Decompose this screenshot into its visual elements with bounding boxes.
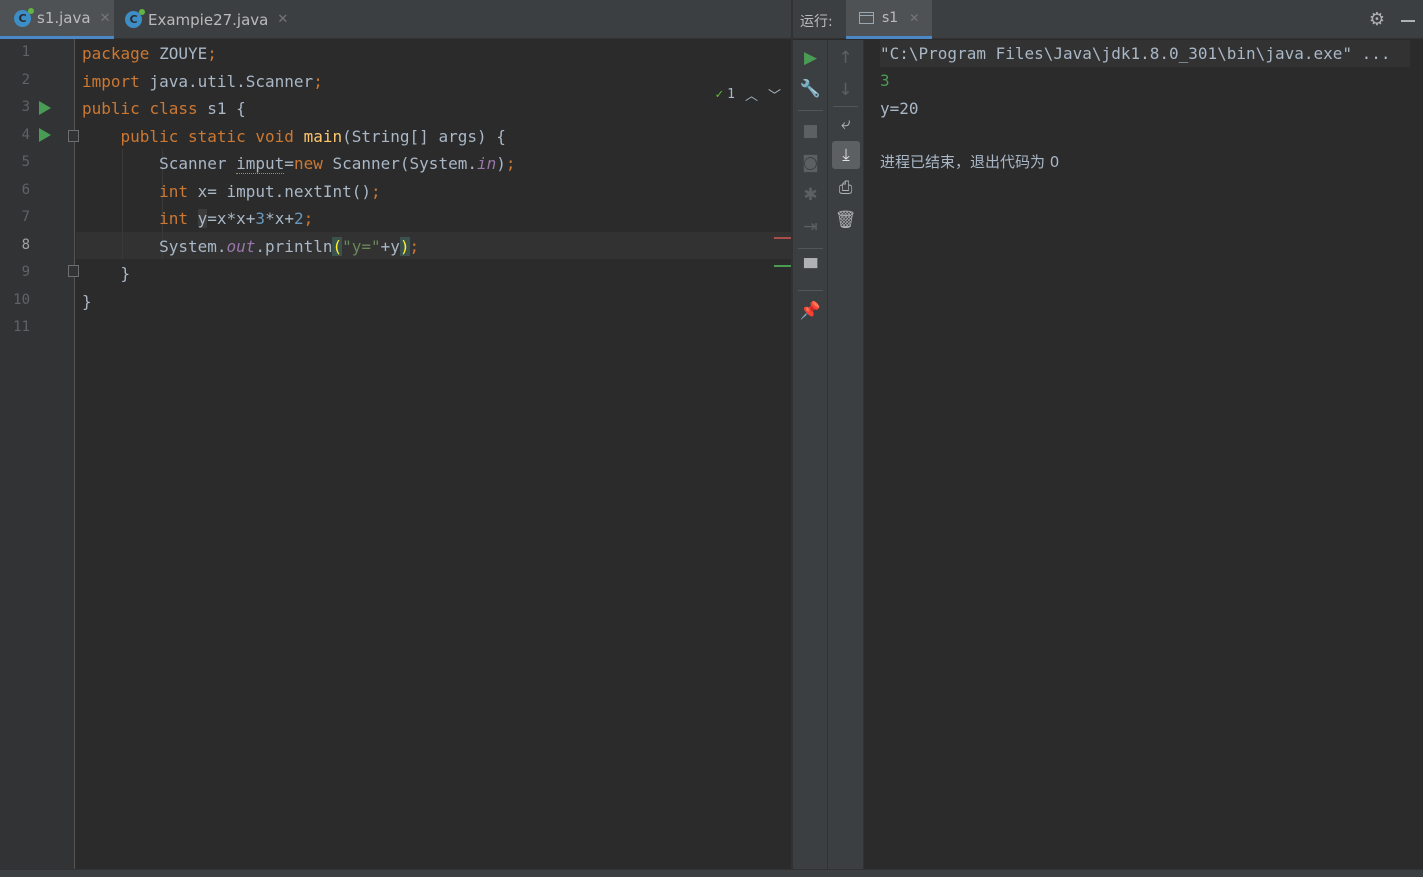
layout-icon[interactable]: ▀: [793, 254, 828, 284]
check-icon: ✓: [715, 87, 724, 102]
exit-icon[interactable]: ⇥: [793, 212, 828, 242]
line-number: 5: [21, 154, 30, 170]
close-icon[interactable]: ✕: [277, 12, 288, 27]
line-number: 11: [13, 319, 30, 335]
code-line-7: int y=x*x+3*x+2;: [159, 209, 314, 228]
scroll-to-end-icon[interactable]: ⤓: [832, 141, 860, 169]
toolbar-separator: [798, 110, 823, 111]
code-line-6: int x= imput.nextInt();: [159, 182, 381, 201]
run-class-icon[interactable]: [39, 101, 51, 115]
console-output-line: y=20: [880, 99, 919, 118]
java-class-icon: C: [14, 7, 34, 27]
line-number: 1: [21, 44, 30, 60]
tab-label: Exampie27.java: [148, 10, 269, 29]
status-bar: [0, 869, 1423, 877]
code-area[interactable]: package ZOUYE; import java.util.Scanner;…: [76, 39, 791, 869]
inspection-widget[interactable]: ✓ 1 ︿ ﹀: [715, 85, 781, 104]
java-class-icon: C: [125, 9, 145, 28]
code-line-2: import java.util.Scanner;: [82, 72, 323, 91]
code-line-1: package ZOUYE;: [82, 44, 217, 63]
run-tool-window: 运行: s1 ✕ ⚙ ▶ 🔧 ■ ◙ ✱ ⇥ ▀ 📌 ↑ ↓ ⤶ ⤓ ⎙ 🗑 "…: [793, 0, 1423, 869]
minimize-icon[interactable]: [1401, 20, 1415, 22]
toolbar-separator: [833, 106, 858, 107]
rerun-icon[interactable]: ▶: [793, 43, 828, 73]
run-main-icon[interactable]: [39, 128, 51, 142]
inspection-count: 1: [727, 87, 735, 102]
wrench-icon[interactable]: 🔧: [793, 74, 828, 104]
console-user-input: 3: [880, 71, 890, 90]
line-number: 7: [21, 209, 30, 225]
line-number: 6: [21, 182, 30, 198]
line-number: 10: [13, 292, 30, 308]
change-stripe-marker[interactable]: [774, 265, 791, 267]
tab-exampie27-java[interactable]: C Exampie27.java ✕: [114, 0, 290, 39]
code-line-9: }: [120, 264, 131, 283]
chevron-up-icon[interactable]: ︿: [745, 85, 758, 104]
soft-wrap-icon[interactable]: ⤶: [828, 109, 863, 139]
pin-icon[interactable]: 📌: [793, 296, 828, 326]
editor-pane: C s1.java ✕ C Exampie27.java ✕ 1 2 3 4 5…: [0, 0, 791, 869]
print-icon[interactable]: ⎙: [828, 173, 863, 203]
arrow-down-icon[interactable]: ↓: [828, 75, 863, 105]
line-number-gutter: 1 2 3 4 5 6 7 8 9 10 11: [0, 39, 79, 869]
editor-tab-bar: C s1.java ✕ C Exampie27.java ✕: [0, 0, 791, 39]
toolbar-separator: [798, 248, 823, 249]
code-line-3: public class s1 {: [82, 99, 246, 118]
gear-icon[interactable]: ⚙: [1369, 9, 1385, 30]
console-output[interactable]: "C:\Program Files\Java\jdk1.8.0_301\bin\…: [865, 40, 1423, 869]
run-toolbar-left: ▶ 🔧 ■ ◙ ✱ ⇥ ▀ 📌: [793, 40, 828, 869]
trash-icon[interactable]: 🗑: [828, 205, 863, 235]
code-line-10: }: [82, 292, 92, 311]
close-icon[interactable]: ✕: [909, 11, 919, 25]
close-icon[interactable]: ✕: [100, 11, 111, 26]
tab-label: s1.java: [37, 9, 91, 27]
console-icon: [859, 12, 874, 24]
camera-icon[interactable]: ◙: [793, 148, 828, 178]
error-stripe-marker[interactable]: [774, 237, 791, 239]
line-number-current: 8: [21, 237, 30, 253]
stop-icon[interactable]: ■: [793, 116, 828, 146]
tab-s1-java[interactable]: C s1.java ✕: [0, 0, 114, 39]
arrow-up-icon[interactable]: ↑: [828, 43, 863, 73]
code-line-8: System.out.println("y="+y);: [159, 237, 420, 256]
line-number: 4: [21, 127, 30, 143]
console-command-line: "C:\Program Files\Java\jdk1.8.0_301\bin\…: [880, 40, 1410, 67]
code-line-5: Scanner imput=new Scanner(System.in);: [159, 154, 516, 174]
line-number: 2: [21, 72, 30, 88]
console-exit-message: 进程已结束，退出代码为 0: [880, 153, 1060, 171]
run-tab-label: s1: [882, 10, 899, 26]
line-number: 9: [21, 264, 30, 280]
toolbar-separator: [798, 290, 823, 291]
chevron-down-icon[interactable]: ﹀: [768, 85, 781, 104]
code-line-4: public static void main(String[] args) {: [120, 127, 506, 146]
run-toolbar-right: ↑ ↓ ⤶ ⤓ ⎙ 🗑: [828, 40, 864, 869]
run-header: 运行: s1 ✕ ⚙: [793, 0, 1423, 39]
bug-icon[interactable]: ✱: [793, 180, 828, 210]
line-number: 3: [21, 99, 30, 115]
run-tab-s1[interactable]: s1 ✕: [846, 0, 932, 39]
run-title: 运行:: [800, 14, 833, 30]
